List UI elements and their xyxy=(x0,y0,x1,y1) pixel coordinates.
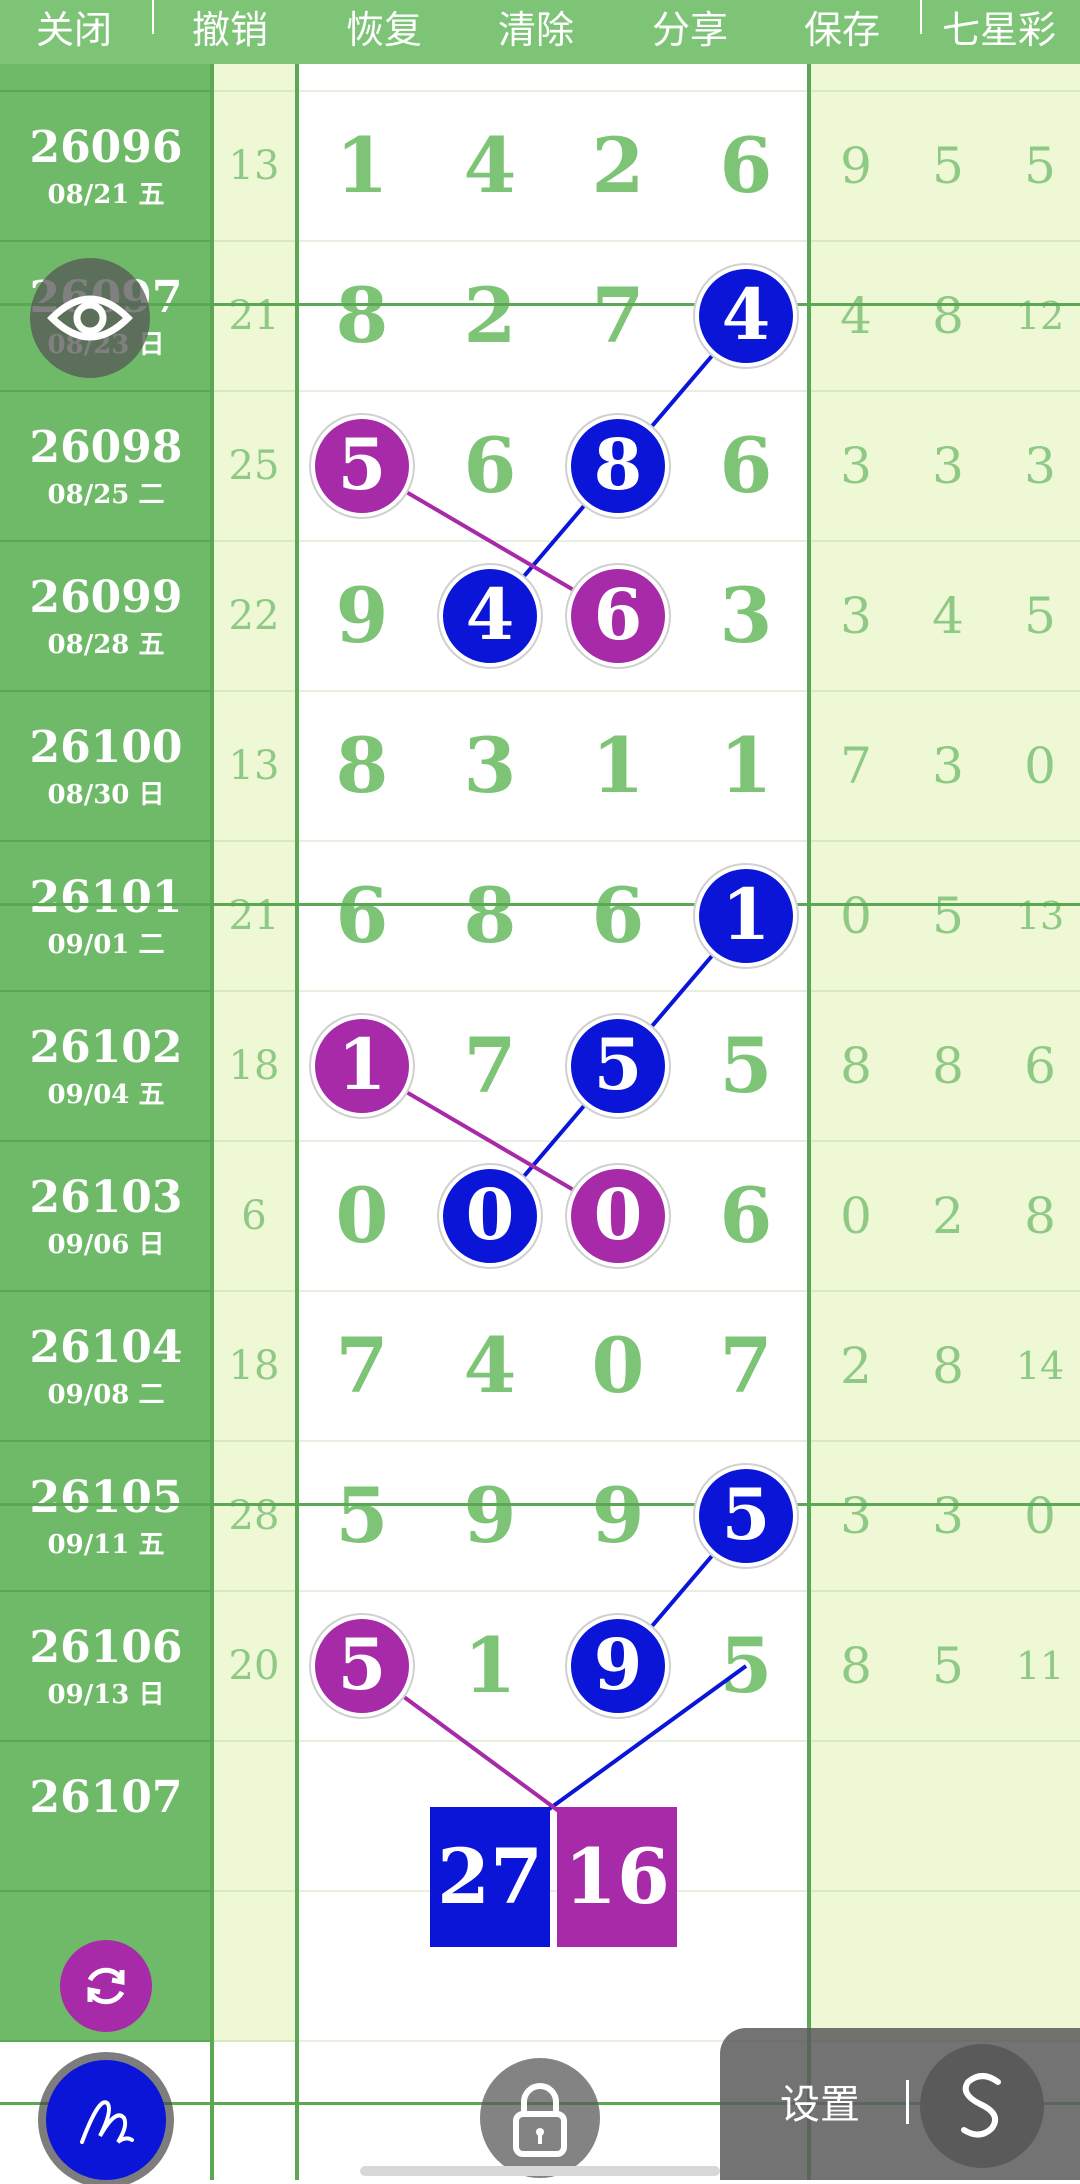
purple-ball[interactable]: 6 xyxy=(567,565,669,667)
close-button[interactable]: 关闭 xyxy=(36,0,112,64)
settings-panel: 设置 xyxy=(720,2028,1080,2180)
purple-ball[interactable]: 0 xyxy=(567,1165,669,1267)
blue-sum-box: 27 xyxy=(430,1807,550,1947)
divider-sum xyxy=(295,64,299,2180)
refresh-icon xyxy=(87,1967,125,2005)
settings-button[interactable]: 设置 xyxy=(780,2072,860,2130)
pen-icon xyxy=(80,2100,134,2144)
eye-icon xyxy=(47,295,133,341)
eye-toggle-button[interactable] xyxy=(30,258,150,378)
pen-button[interactable] xyxy=(46,2060,166,2180)
lock-button[interactable] xyxy=(480,2058,600,2178)
settings-separator xyxy=(906,2080,909,2124)
home-indicator xyxy=(360,2166,720,2176)
purple-ball[interactable]: 5 xyxy=(311,1615,413,1717)
clear-button[interactable]: 清除 xyxy=(498,0,574,64)
blue-ball[interactable]: 4 xyxy=(695,265,797,367)
s-logo-icon xyxy=(961,2073,1001,2138)
blue-ball[interactable]: 8 xyxy=(567,415,669,517)
divider-issue xyxy=(210,64,214,2180)
top-toolbar: 关闭 撤销 恢复 清除 分享 保存 七星彩 xyxy=(0,0,1080,64)
refresh-button[interactable] xyxy=(60,1940,152,2032)
share-button[interactable]: 分享 xyxy=(652,0,728,64)
undo-button[interactable]: 撤销 xyxy=(192,0,268,64)
group-divider xyxy=(0,903,1080,906)
blue-ball[interactable]: 4 xyxy=(439,565,541,667)
blue-ball[interactable]: 9 xyxy=(567,1615,669,1717)
blue-ball[interactable]: 1 xyxy=(695,865,797,967)
purple-sum-box: 16 xyxy=(557,1807,677,1947)
purple-ball[interactable]: 1 xyxy=(311,1015,413,1117)
lock-icon xyxy=(513,2083,567,2157)
save-button[interactable]: 保存 xyxy=(804,0,880,64)
blue-ball[interactable]: 5 xyxy=(567,1015,669,1117)
redo-button[interactable]: 恢复 xyxy=(346,0,422,64)
s-logo-button[interactable] xyxy=(920,2044,1044,2168)
blue-ball[interactable]: 5 xyxy=(695,1465,797,1567)
toolbar-separator xyxy=(152,0,154,34)
group-divider xyxy=(0,1503,1080,1506)
blue-ball[interactable]: 0 xyxy=(439,1165,541,1267)
divider-main xyxy=(807,64,811,2180)
group-divider xyxy=(0,303,1080,306)
purple-ball[interactable]: 5 xyxy=(311,415,413,517)
toolbar-separator xyxy=(920,0,922,34)
lottery-type-button[interactable]: 七星彩 xyxy=(942,0,1056,64)
